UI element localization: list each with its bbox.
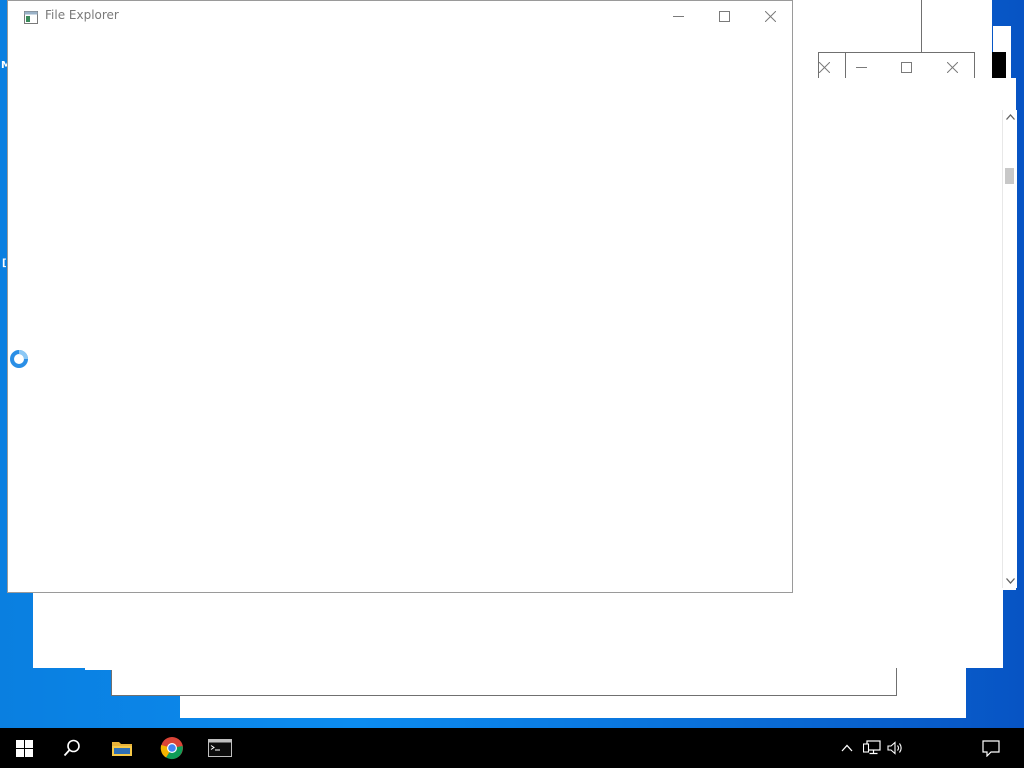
- file-explorer-taskbar-button[interactable]: [98, 728, 146, 768]
- maximize-button[interactable]: [709, 5, 739, 27]
- maximize-icon: [718, 10, 730, 22]
- minimize-icon[interactable]: [846, 56, 876, 78]
- vertical-scrollbar[interactable]: [1002, 110, 1017, 588]
- notification-icon[interactable]: [976, 728, 1006, 768]
- start-button[interactable]: [0, 728, 48, 768]
- close-icon[interactable]: [809, 56, 839, 78]
- close-icon: [764, 10, 776, 22]
- scroll-up-arrow[interactable]: [1004, 110, 1016, 124]
- terminal-taskbar-button[interactable]: [196, 728, 244, 768]
- close-button[interactable]: [755, 5, 785, 27]
- busy-cursor-icon: [9, 349, 29, 369]
- app-window-icon: [24, 9, 38, 24]
- search-icon: [63, 739, 80, 757]
- window-title: File Explorer: [45, 8, 119, 22]
- windows-logo-icon: [15, 739, 33, 757]
- file-explorer-window: File Explorer: [7, 0, 793, 593]
- maximize-icon[interactable]: [891, 56, 921, 78]
- minimize-icon: [672, 15, 684, 17]
- scroll-down-arrow[interactable]: [1004, 574, 1016, 588]
- folder-icon: [112, 742, 132, 756]
- close-icon[interactable]: [937, 56, 967, 78]
- taskbar: [0, 728, 1024, 768]
- search-button[interactable]: [48, 728, 96, 768]
- scroll-thumb[interactable]: [1005, 168, 1014, 184]
- window-edge: [921, 0, 922, 52]
- terminal-icon: [208, 739, 232, 757]
- volume-icon[interactable]: [884, 728, 906, 768]
- chevron-up-icon[interactable]: [836, 728, 858, 768]
- minimize-button[interactable]: [663, 5, 693, 27]
- chrome-icon: [160, 737, 183, 760]
- network-icon[interactable]: [860, 728, 884, 768]
- chrome-taskbar-button[interactable]: [148, 728, 196, 768]
- desktop-icon-fragment: [: [2, 258, 7, 269]
- window-edge: [992, 52, 1006, 78]
